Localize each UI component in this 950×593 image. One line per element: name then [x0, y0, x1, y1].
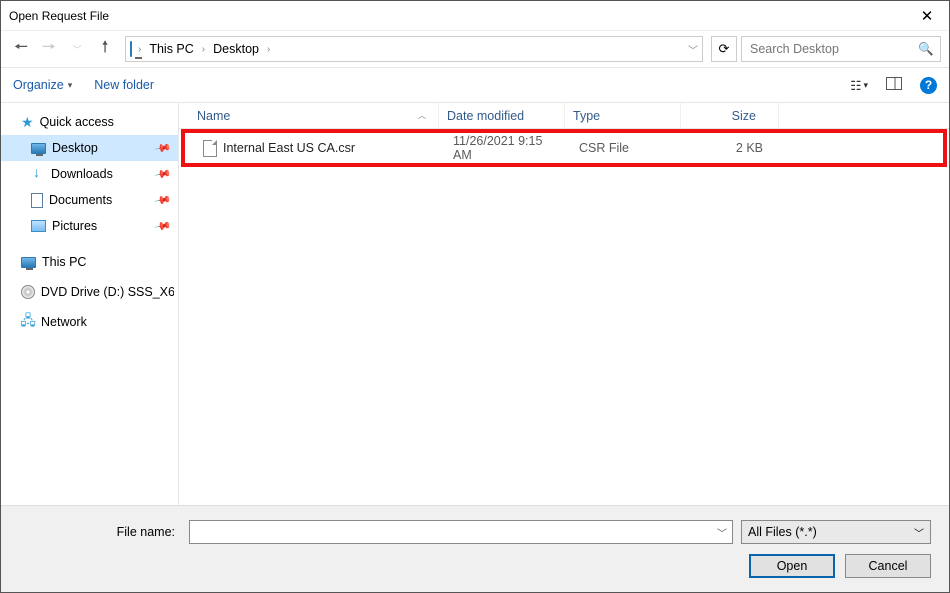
highlighted-region: Internal East US CA.csr 11/26/2021 9:15 …	[181, 129, 947, 167]
forward-button[interactable]: 🠖	[37, 37, 61, 61]
refresh-button[interactable]: ⟳	[711, 36, 737, 62]
column-header-date[interactable]: Date modified	[439, 103, 565, 128]
chevron-right-icon: ›	[200, 44, 207, 55]
dialog-body: ★ Quick access Desktop 📌 Downloads 📌 Doc…	[1, 103, 949, 505]
search-icon: 🔍	[918, 42, 934, 57]
address-bar[interactable]: › This PC › Desktop › ﹀	[125, 36, 703, 62]
pin-icon: 📌	[154, 217, 173, 236]
dialog-title: Open Request File	[9, 9, 109, 23]
thispc-icon	[21, 257, 36, 268]
search-input[interactable]	[748, 41, 918, 57]
pin-icon: 📌	[154, 165, 173, 184]
address-dropdown-icon[interactable]: ﹀	[688, 42, 698, 57]
recent-dropdown[interactable]: ﹀	[65, 37, 89, 61]
chevron-right-icon: ›	[265, 44, 272, 55]
sidebar-item-label: Network	[41, 315, 87, 329]
file-open-dialog: Open Request File ✕ 🠔 🠖 ﹀ 🠕 › This PC › …	[0, 0, 950, 593]
back-button[interactable]: 🠔	[9, 37, 33, 61]
search-box[interactable]: 🔍	[741, 36, 941, 62]
sidebar-item-desktop[interactable]: Desktop 📌	[1, 135, 178, 161]
sidebar-item-pictures[interactable]: Pictures 📌	[1, 213, 178, 239]
column-header-name[interactable]: Name ︿	[189, 103, 439, 128]
chevron-down-icon: ﹀	[914, 525, 924, 540]
sidebar-item-quick-access[interactable]: ★ Quick access	[1, 109, 178, 135]
sidebar-item-network[interactable]: 🖧 Network	[1, 309, 178, 335]
column-header-size[interactable]: Size	[681, 103, 779, 128]
sidebar-item-label: Quick access	[40, 115, 114, 129]
pictures-icon	[31, 220, 46, 232]
file-type-cell: CSR File	[571, 141, 687, 155]
sidebar-item-documents[interactable]: Documents 📌	[1, 187, 178, 213]
chevron-down-icon: ▾	[863, 80, 868, 91]
filetype-filter[interactable]: All Files (*.*) ﹀	[741, 520, 931, 544]
sidebar-item-label: Downloads	[51, 167, 113, 181]
pin-icon: 📌	[154, 139, 173, 158]
dialog-footer: File name: ﹀ All Files (*.*) ﹀ Open Canc…	[1, 505, 949, 592]
file-list-pane: Name ︿ Date modified Type Size Internal …	[179, 103, 949, 505]
desktop-icon	[31, 143, 46, 154]
sidebar-item-label: DVD Drive (D:) SSS_X6	[41, 285, 174, 299]
location-icon	[130, 42, 132, 56]
disc-icon	[21, 285, 35, 299]
open-button[interactable]: Open	[749, 554, 835, 578]
sidebar-item-downloads[interactable]: Downloads 📌	[1, 161, 178, 187]
column-headers: Name ︿ Date modified Type Size	[179, 103, 949, 129]
preview-pane-icon	[886, 77, 902, 90]
chevron-right-icon: ›	[136, 44, 143, 55]
file-row[interactable]: Internal East US CA.csr 11/26/2021 9:15 …	[185, 133, 943, 163]
star-icon: ★	[21, 114, 34, 131]
view-icon: ☷	[850, 78, 860, 93]
button-row: Open Cancel	[1, 554, 931, 578]
filename-dropdown-icon[interactable]: ﹀	[712, 525, 732, 540]
sidebar-item-label: This PC	[42, 255, 86, 269]
file-size-cell: 2 KB	[687, 141, 785, 155]
sidebar-item-thispc[interactable]: This PC	[1, 249, 178, 275]
downloads-icon	[31, 167, 45, 181]
sort-caret-icon: ︿	[418, 110, 430, 121]
title-bar: Open Request File ✕	[1, 1, 949, 31]
preview-pane-button[interactable]	[886, 77, 902, 93]
help-button[interactable]: ?	[920, 77, 937, 94]
view-options-button[interactable]: ☷ ▾	[850, 78, 868, 93]
sidebar-item-dvd[interactable]: DVD Drive (D:) SSS_X6	[1, 279, 178, 305]
cancel-button[interactable]: Cancel	[845, 554, 931, 578]
navigation-pane: ★ Quick access Desktop 📌 Downloads 📌 Doc…	[1, 103, 179, 505]
filename-combobox[interactable]: ﹀	[189, 520, 733, 544]
documents-icon	[31, 193, 43, 208]
filename-label: File name:	[1, 525, 181, 539]
file-name-cell: Internal East US CA.csr	[195, 140, 445, 157]
up-button[interactable]: 🠕	[93, 37, 117, 61]
sidebar-item-label: Desktop	[52, 141, 98, 155]
file-date-cell: 11/26/2021 9:15 AM	[445, 134, 571, 162]
chevron-down-icon: ▾	[68, 80, 73, 91]
toolbar: Organize ▾ New folder ☷ ▾ ?	[1, 67, 949, 103]
breadcrumb-desktop[interactable]: Desktop	[211, 42, 261, 56]
filename-input[interactable]	[190, 525, 712, 539]
file-icon	[203, 140, 217, 157]
new-folder-button[interactable]: New folder	[94, 78, 154, 92]
file-name: Internal East US CA.csr	[223, 141, 355, 155]
sidebar-item-label: Pictures	[52, 219, 97, 233]
organize-menu[interactable]: Organize ▾	[13, 78, 72, 92]
sidebar-item-label: Documents	[49, 193, 112, 207]
address-bar-row: 🠔 🠖 ﹀ 🠕 › This PC › Desktop › ﹀ ⟳ 🔍	[1, 31, 949, 67]
pin-icon: 📌	[154, 191, 173, 210]
filter-label: All Files (*.*)	[748, 525, 817, 539]
network-icon: 🖧	[21, 315, 35, 329]
column-header-type[interactable]: Type	[565, 103, 681, 128]
filename-row: File name: ﹀ All Files (*.*) ﹀	[1, 520, 931, 544]
breadcrumb-thispc[interactable]: This PC	[147, 42, 195, 56]
close-button[interactable]: ✕	[905, 1, 949, 31]
